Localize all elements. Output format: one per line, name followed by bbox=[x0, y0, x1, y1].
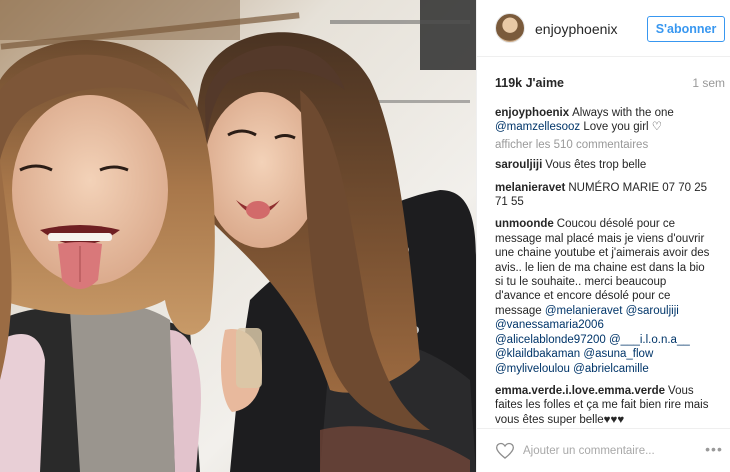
comment-mention[interactable]: @myliveloulou bbox=[495, 363, 570, 375]
comment-footer: ••• bbox=[477, 428, 730, 472]
avatar[interactable] bbox=[495, 13, 525, 43]
load-more-comments[interactable]: afficher les 510 commentaires bbox=[495, 138, 715, 152]
list-item: unmoonde Coucou désolé pour ce message ma… bbox=[495, 217, 715, 375]
list-item: melanieravet NUMÉRO MARIE 07 70 25 71 55 bbox=[495, 181, 715, 210]
caption-username[interactable]: enjoyphoenix bbox=[495, 107, 569, 119]
post-header: enjoyphoenix S'abonner bbox=[477, 0, 730, 57]
comment-mention[interactable]: @melanieravet bbox=[545, 305, 623, 317]
caption-rest: Love you girl ♡ bbox=[583, 121, 663, 134]
comment-username[interactable]: unmoonde bbox=[495, 218, 554, 230]
list-item: emma.verde.i.love.emma.verde Vous faites … bbox=[495, 384, 715, 427]
caption: enjoyphoenix Always with the one @mamzell… bbox=[495, 106, 715, 135]
comment-mention[interactable]: @alicelablonde97200 bbox=[495, 334, 606, 346]
likes-count[interactable]: 119k J'aime bbox=[495, 76, 564, 90]
comment-mention[interactable]: @sarouljiji bbox=[626, 305, 679, 317]
caption-mention[interactable]: @mamzellesooz bbox=[495, 121, 580, 133]
comment-text: Vous êtes trop belle bbox=[545, 159, 647, 172]
post-username[interactable]: enjoyphoenix bbox=[535, 21, 618, 37]
follow-button[interactable]: S'abonner bbox=[647, 16, 725, 42]
comment-username[interactable]: melanieravet bbox=[495, 182, 565, 194]
comment-mention[interactable]: @___i.l.o.n.a__ bbox=[609, 334, 690, 346]
comment-mention[interactable]: @vanessamaria2006 bbox=[495, 319, 604, 331]
comment-text: Coucou désolé pour ce message mal placé … bbox=[495, 218, 710, 317]
comment-mention[interactable]: @abrielcamille bbox=[573, 363, 649, 375]
heart-icon[interactable] bbox=[495, 441, 515, 461]
likes-row: 119k J'aime 1 sem bbox=[495, 76, 725, 92]
list-item: sarouljiji Vous êtes trop belle bbox=[495, 158, 715, 172]
comment-username[interactable]: emma.verde.i.love.emma.verde bbox=[495, 385, 665, 397]
more-options-icon[interactable]: ••• bbox=[703, 442, 725, 458]
add-comment-input[interactable] bbox=[523, 442, 683, 460]
post-time[interactable]: 1 sem bbox=[692, 76, 725, 90]
photo-illustration bbox=[0, 0, 476, 472]
post-photo[interactable] bbox=[0, 0, 476, 472]
comment-mention[interactable]: @asuna_flow bbox=[583, 348, 653, 360]
caption-text: Always with the one bbox=[572, 107, 674, 119]
post-side-panel: enjoyphoenix S'abonner 119k J'aime 1 sem… bbox=[476, 0, 730, 472]
comment-mention[interactable]: @klaildbakaman bbox=[495, 348, 580, 360]
comment-username[interactable]: sarouljiji bbox=[495, 159, 542, 171]
comments-list: enjoyphoenix Always with the one @mamzell… bbox=[495, 106, 715, 435]
